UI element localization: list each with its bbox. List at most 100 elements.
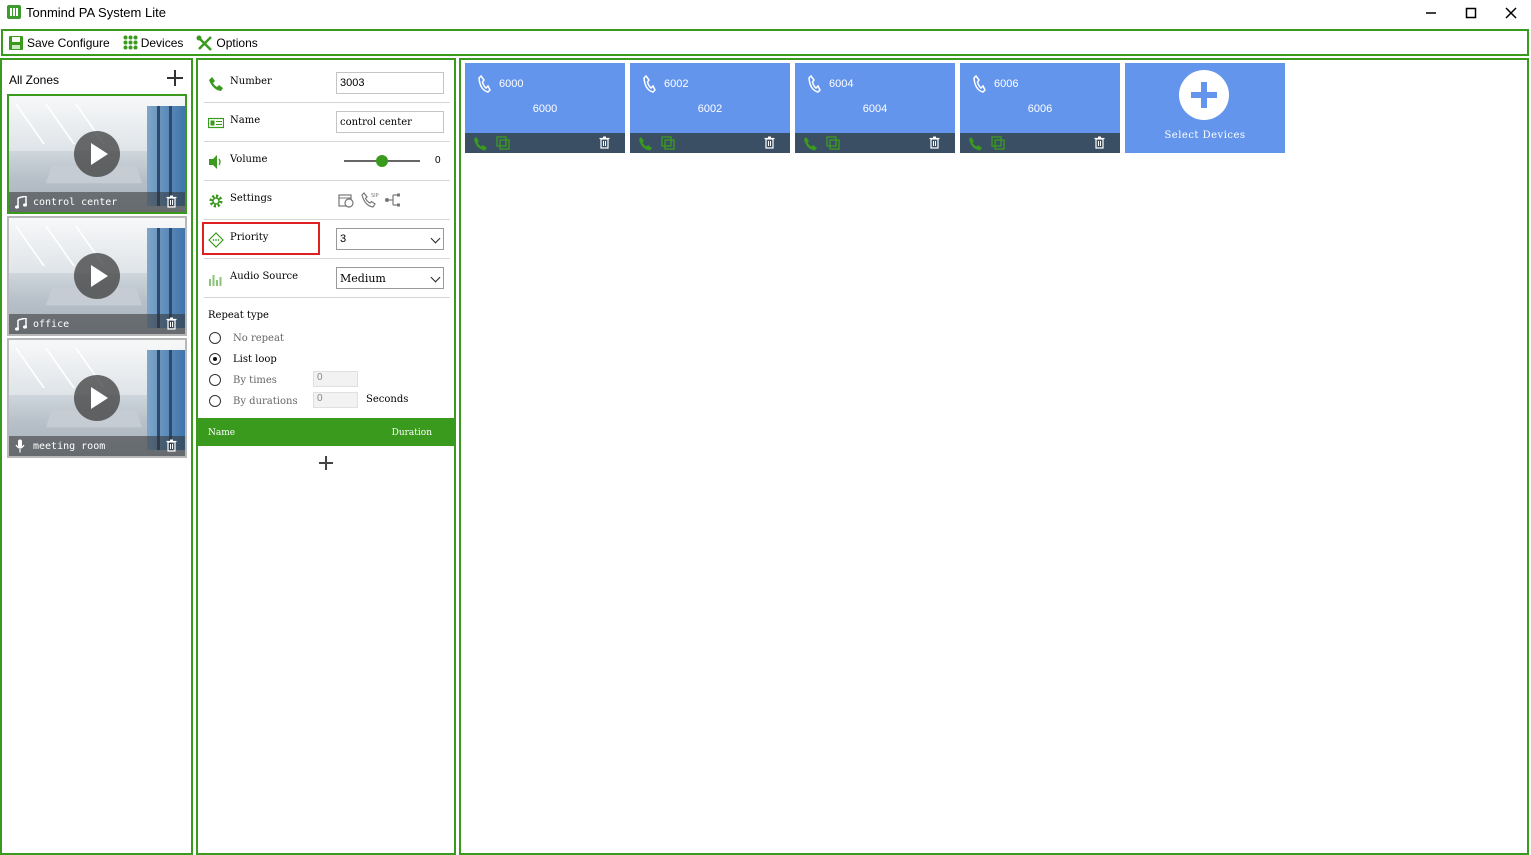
schedule-icon[interactable] bbox=[338, 192, 354, 208]
svg-text:SIP: SIP bbox=[371, 193, 379, 199]
seconds-unit-label: Seconds bbox=[366, 394, 409, 405]
chevron-down-icon bbox=[430, 233, 441, 244]
playlist-header: Name Duration bbox=[198, 418, 454, 446]
device-card-actions bbox=[960, 133, 1120, 153]
device-number: 6004 bbox=[829, 78, 854, 90]
radio-button[interactable] bbox=[209, 395, 221, 407]
phone-handset-icon bbox=[478, 75, 491, 93]
add-zone-icon[interactable] bbox=[167, 70, 183, 86]
call-icon[interactable] bbox=[473, 136, 488, 151]
maximize-button[interactable] bbox=[1451, 0, 1491, 26]
close-icon bbox=[1505, 7, 1517, 19]
add-track-icon[interactable] bbox=[319, 456, 333, 470]
settings-label: Settings bbox=[230, 193, 272, 204]
zone-label: meeting room bbox=[33, 440, 106, 452]
priority-row: Priority 3 bbox=[202, 220, 450, 259]
window-title: Tonmind PA System Lite bbox=[26, 5, 166, 20]
monitor-icon[interactable] bbox=[496, 136, 511, 151]
priority-select[interactable]: 3 bbox=[336, 228, 444, 250]
trash-icon[interactable] bbox=[166, 195, 177, 211]
device-card[interactable]: 6006 6006 bbox=[960, 63, 1120, 153]
trash-icon[interactable] bbox=[764, 136, 775, 149]
device-number: 6002 bbox=[664, 78, 689, 90]
name-row: Name control center bbox=[204, 103, 450, 142]
volume-slider[interactable] bbox=[344, 155, 420, 167]
minimize-button[interactable] bbox=[1411, 0, 1451, 26]
trash-icon[interactable] bbox=[929, 136, 940, 149]
grid-icon bbox=[123, 35, 138, 50]
durations-input[interactable]: 0 bbox=[313, 392, 358, 408]
device-card[interactable]: 6004 6004 bbox=[795, 63, 955, 153]
music-note-icon bbox=[15, 195, 29, 209]
zone-card-control-center[interactable]: control center bbox=[7, 94, 187, 214]
priority-label: Priority bbox=[230, 232, 269, 243]
app-icon bbox=[7, 5, 21, 19]
monitor-icon[interactable] bbox=[991, 136, 1006, 151]
radio-label: By durations bbox=[233, 395, 298, 407]
select-devices-button[interactable]: Select Devices bbox=[1125, 63, 1285, 153]
audio-source-row: Audio Source Medium bbox=[204, 259, 450, 298]
playlist-col-duration: Duration bbox=[391, 428, 432, 438]
number-field[interactable]: 3003 bbox=[336, 72, 444, 94]
trash-icon[interactable] bbox=[1094, 136, 1105, 149]
audio-source-select-value: Medium bbox=[340, 271, 386, 285]
number-row: Number 3003 bbox=[204, 64, 450, 103]
devices-panel: 6000 6000 6002 6002 6004 6004 6006 6006 Select … bbox=[459, 58, 1529, 855]
play-icon[interactable] bbox=[74, 253, 120, 299]
devices-button[interactable]: Devices bbox=[123, 35, 183, 50]
monitor-icon[interactable] bbox=[826, 136, 841, 151]
radio-label: List loop bbox=[233, 353, 277, 365]
volume-value: 0 bbox=[435, 155, 441, 166]
playlist-col-name: Name bbox=[208, 428, 236, 438]
device-number: 6000 bbox=[499, 78, 524, 90]
phone-handset-icon bbox=[643, 75, 656, 93]
radio-button-selected[interactable] bbox=[209, 353, 221, 365]
radio-label: No repeat bbox=[233, 332, 284, 344]
save-configure-label: Save Configure bbox=[27, 35, 110, 50]
radio-no-repeat[interactable]: No repeat bbox=[209, 332, 284, 344]
radio-by-durations[interactable]: By durations bbox=[209, 395, 298, 407]
zone-card-office[interactable]: office bbox=[7, 216, 187, 336]
chevron-down-icon bbox=[430, 272, 441, 283]
device-card[interactable]: 6002 6002 bbox=[630, 63, 790, 153]
trash-icon[interactable] bbox=[166, 317, 177, 333]
name-label: Name bbox=[230, 115, 261, 126]
device-name: 6006 bbox=[1027, 103, 1053, 115]
trash-icon[interactable] bbox=[166, 439, 177, 455]
sip-phone-icon[interactable]: SIP bbox=[361, 191, 379, 209]
maximize-icon bbox=[1465, 7, 1477, 19]
call-icon[interactable] bbox=[638, 136, 653, 151]
play-icon[interactable] bbox=[74, 131, 120, 177]
call-icon[interactable] bbox=[803, 136, 818, 151]
audio-source-select[interactable]: Medium bbox=[336, 267, 444, 289]
radio-by-times[interactable]: By times bbox=[209, 374, 277, 386]
monitor-icon[interactable] bbox=[661, 136, 676, 151]
music-note-icon bbox=[15, 317, 29, 331]
play-icon[interactable] bbox=[74, 375, 120, 421]
zone-card-meeting-room[interactable]: meeting room bbox=[7, 338, 187, 458]
device-card-actions bbox=[465, 133, 625, 153]
device-card[interactable]: 6000 6000 bbox=[465, 63, 625, 153]
device-card-actions bbox=[795, 133, 955, 153]
trash-icon[interactable] bbox=[599, 136, 610, 149]
gear-icon bbox=[209, 194, 223, 208]
plus-icon bbox=[1179, 70, 1229, 120]
times-input[interactable]: 0 bbox=[313, 371, 358, 387]
device-number: 6006 bbox=[994, 78, 1019, 90]
options-button[interactable]: Options bbox=[196, 35, 258, 51]
radio-list-loop[interactable]: List loop bbox=[209, 353, 277, 365]
options-label: Options bbox=[216, 35, 258, 50]
close-button[interactable] bbox=[1491, 0, 1531, 26]
phone-icon bbox=[209, 77, 223, 91]
volume-slider-knob[interactable] bbox=[376, 155, 388, 167]
radio-button[interactable] bbox=[209, 332, 221, 344]
equalizer-icon bbox=[209, 275, 222, 286]
name-field[interactable]: control center bbox=[336, 111, 444, 133]
toolbar: Save Configure Devices Options bbox=[1, 29, 1529, 56]
save-configure-button[interactable]: Save Configure bbox=[8, 35, 110, 51]
zone-config-panel: Number 3003 Name control center Volume 0… bbox=[196, 58, 456, 855]
routing-icon[interactable] bbox=[384, 192, 402, 208]
audio-source-label: Audio Source bbox=[230, 271, 299, 282]
radio-button[interactable] bbox=[209, 374, 221, 386]
call-icon[interactable] bbox=[968, 136, 983, 151]
